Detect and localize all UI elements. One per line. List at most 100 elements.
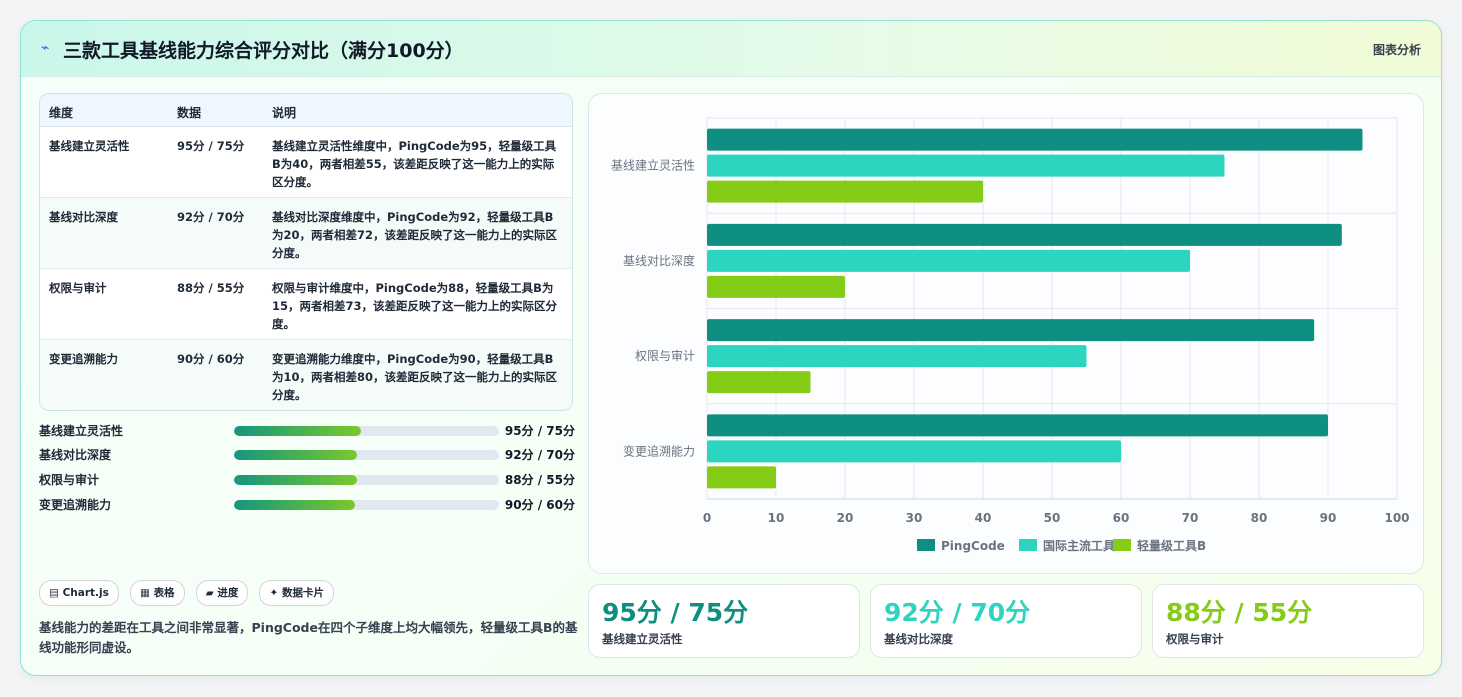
progress-row: 基线建立灵活性 95分 / 75分: [39, 420, 575, 440]
stat-value: 92分 / 70分: [884, 598, 1031, 627]
data-table: 维度 数据 说明 基线建立灵活性 95分 / 75分 基线建立灵活性维度中，Pi…: [39, 93, 573, 411]
row-description: 变更追溯能力维度中，PingCode为90，轻量级工具B为10，两者相差80，该…: [272, 352, 558, 402]
row-description: 权限与审计维度中，PingCode为88，轻量级工具B为15，两者相差73，该差…: [272, 281, 558, 331]
page-title: 三款工具基线能力综合评分对比（满分100分）: [63, 40, 464, 62]
stat-value: 95分 / 75分: [602, 598, 749, 627]
x-tick-label: 80: [1251, 511, 1268, 525]
bar: [707, 249, 1190, 272]
y-tick-label: 权限与审计: [635, 348, 695, 363]
legend-swatch: [1019, 539, 1037, 551]
progress-track: [234, 450, 499, 460]
summary-note: 基线能力的差距在工具之间非常显著，PingCode在四个子维度上均大幅领先，轻量…: [39, 620, 578, 655]
y-tick-label: 基线建立灵活性: [611, 158, 695, 173]
chip-group: ▤ Chart.js ▦ 表格 ▰ 进度 ✦ 数据卡片: [39, 580, 340, 606]
bar: [707, 275, 845, 298]
bar: [707, 154, 1225, 177]
chip-data-card[interactable]: ✦ 数据卡片: [259, 580, 334, 606]
card-header: ⌁ 三款工具基线能力综合评分对比（满分100分） 图表分析: [21, 21, 1441, 77]
chip-label: 数据卡片: [281, 587, 324, 599]
row-dimension: 基线建立灵活性: [49, 139, 130, 153]
legend-label: 轻量级工具B: [1137, 538, 1206, 553]
progress-icon: ▰: [205, 587, 214, 599]
progress-value: 90分 / 60分: [504, 498, 575, 512]
row-dimension: 权限与审计: [49, 281, 107, 295]
progress-track: [234, 475, 499, 485]
row-data: 95分 / 75分: [177, 139, 245, 153]
chart-container: 0 10 20 30 40 50 60 70 80 90 100 基线建立灵活性基线对比深度权限与审计…: [588, 93, 1424, 574]
chip-label: 表格: [153, 587, 175, 599]
table-row: 权限与审计 88分 / 55分 权限与审计维度中，PingCode为88，轻量级…: [40, 269, 572, 340]
chip-label: 进度: [217, 587, 239, 599]
stat-label: 基线对比深度: [884, 632, 953, 646]
bar: [707, 180, 983, 203]
legend-label: PingCode: [941, 539, 1005, 553]
x-tick-label: 50: [1044, 511, 1061, 525]
row-data: 90分 / 60分: [177, 352, 245, 366]
x-tick-label: 90: [1320, 511, 1337, 525]
chip-label: Chart.js: [62, 587, 109, 599]
x-tick-label: 20: [837, 511, 854, 525]
bar: [707, 371, 811, 394]
stat-value: 88分 / 55分: [1166, 598, 1313, 627]
table-row: 变更追溯能力 90分 / 60分 变更追溯能力维度中，PingCode为90，轻…: [40, 340, 572, 410]
progress-value: 95分 / 75分: [504, 424, 575, 438]
row-data: 88分 / 55分: [177, 281, 245, 295]
stat-label: 基线建立灵活性: [602, 632, 683, 646]
row-description: 基线建立灵活性维度中，PingCode为95，轻量级工具B为40，两者相差55，…: [272, 139, 557, 189]
stat-card: 95分 / 75分 基线建立灵活性: [588, 584, 860, 658]
stat-card: 92分 / 70分 基线对比深度: [870, 584, 1142, 658]
progress-row: 变更追溯能力 90分 / 60分: [39, 494, 575, 514]
table-row: 基线建立灵活性 95分 / 75分 基线建立灵活性维度中，PingCode为95…: [40, 127, 572, 198]
x-tick-label: 70: [1182, 511, 1199, 525]
x-tick-label: 30: [906, 511, 923, 525]
progress-track: [234, 426, 499, 436]
chip-progress[interactable]: ▰ 进度: [195, 580, 249, 606]
row-dimension: 变更追溯能力: [49, 352, 118, 366]
bar: [707, 223, 1342, 246]
row-dimension: 基线对比深度: [49, 210, 118, 224]
x-tick-label: 60: [1113, 511, 1130, 525]
legend-swatch: [917, 539, 935, 551]
legend-label: 国际主流工具A: [1043, 538, 1125, 553]
progress-fill: [234, 426, 362, 436]
chip-table[interactable]: ▦ 表格: [129, 580, 185, 606]
main-card: ⌁ 三款工具基线能力综合评分对比（满分100分） 图表分析 维度 数据 说明 基…: [20, 20, 1442, 676]
sparkle-icon: ✦: [269, 587, 279, 599]
stat-label: 权限与审计: [1166, 632, 1224, 646]
progress-track: [234, 500, 499, 510]
progress-fill: [234, 450, 358, 460]
chart-analysis-tag[interactable]: 图表分析: [1373, 41, 1421, 58]
progress-value: 88分 / 55分: [504, 473, 575, 487]
header-dimension: 维度: [49, 106, 74, 120]
bar-chart: 0 10 20 30 40 50 60 70 80 90 100 基线建立灵活性基线对比深度权限与审计…: [611, 117, 1410, 553]
y-tick-label: 基线对比深度: [623, 253, 695, 268]
bar: [707, 466, 776, 489]
progress-value: 92分 / 70分: [504, 448, 575, 462]
chip-chartjs[interactable]: ▤ Chart.js: [39, 580, 119, 606]
x-tick-label: 0: [703, 511, 711, 525]
bar: [707, 319, 1315, 342]
progress-fill: [234, 500, 355, 510]
bar: [707, 440, 1121, 463]
progress-fill: [234, 475, 358, 485]
x-tick-label: 10: [768, 511, 785, 525]
progress-label: 变更追溯能力: [39, 498, 112, 512]
x-tick-label: 100: [1384, 511, 1409, 525]
table-header: 维度 数据 说明: [40, 94, 572, 127]
header-data: 数据: [177, 106, 202, 120]
progress-label: 权限与审计: [39, 473, 100, 487]
row-data: 92分 / 70分: [177, 210, 245, 224]
lightning-icon: ⌁: [41, 40, 50, 56]
legend-swatch: [1113, 539, 1131, 551]
stat-card: 88分 / 55分 权限与审计: [1152, 584, 1424, 658]
progress-row: 权限与审计 88分 / 55分: [39, 469, 575, 489]
chart-icon: ▤: [49, 587, 59, 599]
bar: [707, 345, 1087, 368]
bar: [707, 414, 1328, 437]
progress-row: 基线对比深度 92分 / 70分: [39, 444, 575, 464]
x-tick-label: 40: [975, 511, 992, 525]
table-icon: ▦: [139, 587, 150, 599]
bar: [707, 128, 1363, 151]
progress-label: 基线对比深度: [39, 448, 112, 462]
y-tick-label: 变更追溯能力: [623, 443, 695, 458]
